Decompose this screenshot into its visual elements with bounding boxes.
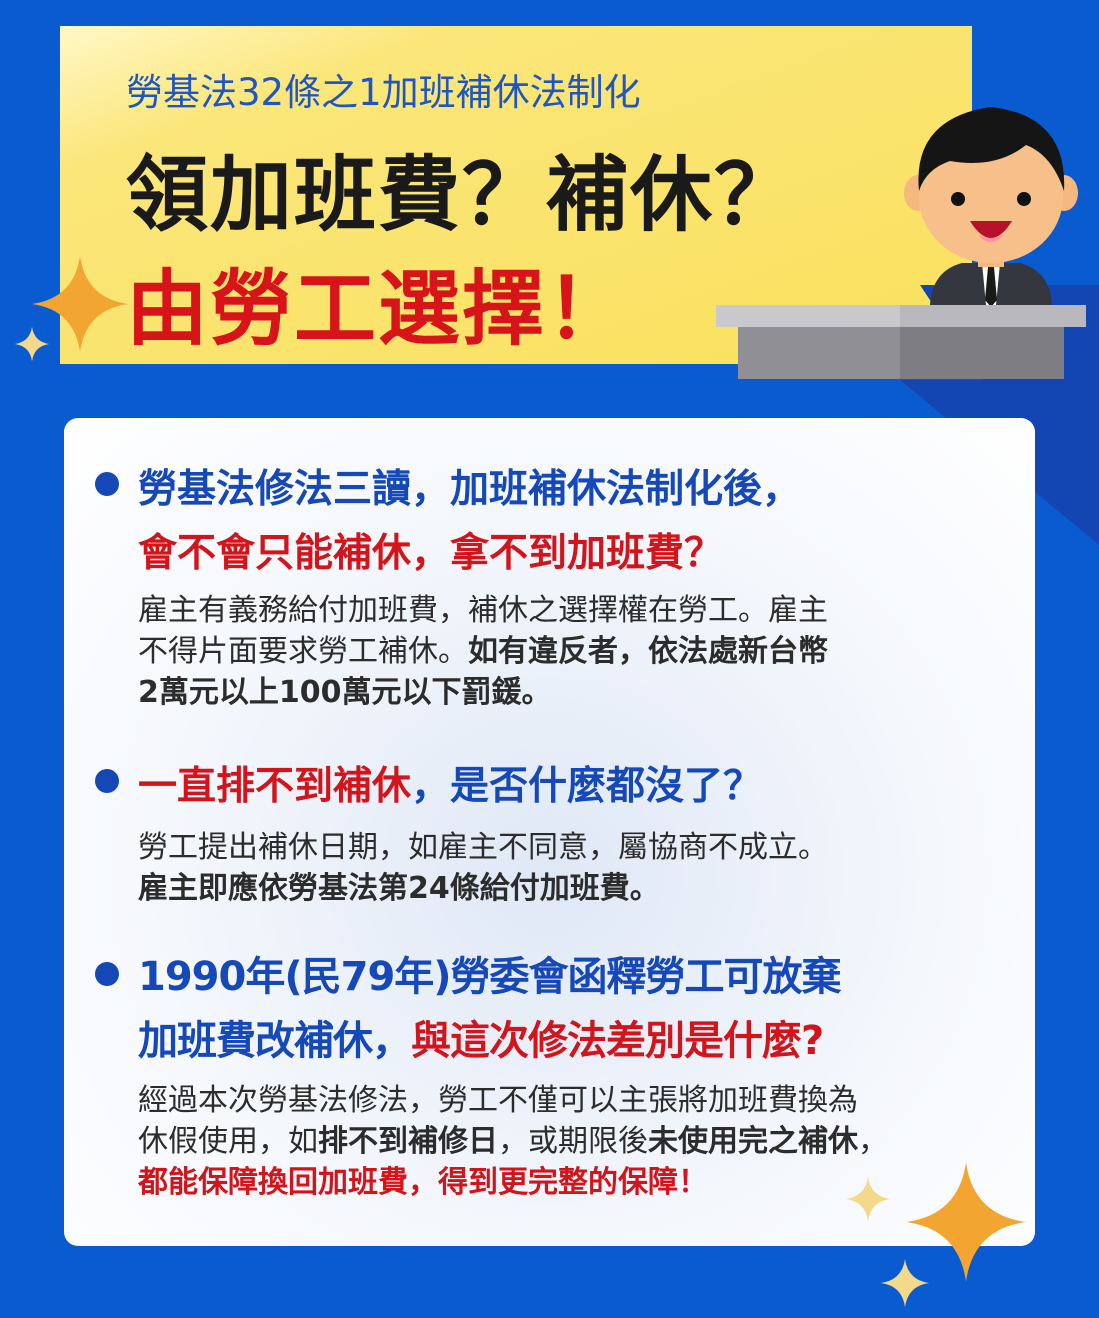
bullet-icon xyxy=(95,769,119,793)
businessman-at-desk-illustration xyxy=(716,107,1099,395)
section2-question: 一直排不到補休，是否什麼都沒了？ xyxy=(138,755,762,811)
section1-answer-line2-normal: 不得片面要求勞工補休。 xyxy=(138,634,468,669)
section3-answer-line1: 經過本次勞基法修法，勞工不僅可以主張將加班費換為 xyxy=(138,1083,858,1118)
section3-answer-line3-red: 都能保障換回加班費，得到更完整的保障！ xyxy=(138,1165,708,1200)
section1-answer-line1: 雇主有義務給付加班費，補休之選擇權在勞工。雇主 xyxy=(138,593,828,628)
section3-answer-line2: 休假使用，如排不到補修日，或期限後未使用完之補休， xyxy=(138,1121,888,1162)
section1-answer-line2-bold: 如有違反者，依法處新台幣 xyxy=(468,634,828,669)
section2-question-red: 一直排不到補休 xyxy=(138,764,412,809)
sparkle-star-icon xyxy=(845,1176,891,1222)
section3-answer-line2-d: 未使用完之補休 xyxy=(648,1124,858,1159)
section3-answer-line2-e: ， xyxy=(858,1124,888,1159)
section2-answer-line2-bold: 雇主即應依勞基法第24條給付加班費。 xyxy=(138,871,660,906)
section1-question-line1: 勞基法修法三讀，加班補休法制化後， xyxy=(138,467,802,512)
section2-answer-line1: 勞工提出補休日期，如雇主不同意，屬協商不成立。 xyxy=(138,830,828,865)
section2-answer-line2: 雇主即應依勞基法第24條給付加班費。 xyxy=(138,868,828,909)
section1-answer-line3: 2萬元以上100萬元以下罰鍰。 xyxy=(138,672,828,713)
header-subtitle: 勞基法32條之1加班補休法制化 xyxy=(126,71,641,114)
section1-answer: 雇主有義務給付加班費，補休之選擇權在勞工。雇主 不得片面要求勞工補休。如有違反者… xyxy=(138,590,828,713)
section1-answer-line2: 不得片面要求勞工補休。如有違反者，依法處新台幣 xyxy=(138,631,828,672)
section3-answer-line2-c: ，或期限後 xyxy=(498,1124,648,1159)
sparkle-star-icon xyxy=(881,1259,929,1307)
section2-answer: 勞工提出補休日期，如雇主不同意，屬協商不成立。 雇主即應依勞基法第24條給付加班… xyxy=(138,827,828,909)
bullet-icon xyxy=(95,472,119,496)
header-title-line1: 領加班費？補休？ xyxy=(126,148,799,243)
section3-answer-line2-b: 排不到補修日 xyxy=(318,1124,498,1159)
header-title-line2: 由勞工選擇！ xyxy=(126,262,631,357)
sparkle-star-icon xyxy=(14,326,50,362)
section1-answer-line3-bold: 2萬元以上100萬元以下罰鍰。 xyxy=(138,675,552,710)
section3-question-line2-red: 與這次修法差別是什麼? xyxy=(411,1018,824,1064)
section3-answer: 經過本次勞基法修法，勞工不僅可以主張將加班費換為 休假使用，如排不到補修日，或期… xyxy=(138,1080,888,1203)
section3-question-line2-blue: 加班費改補休， xyxy=(138,1018,412,1064)
section2-question-blue: ，是否什麼都沒了？ xyxy=(411,764,763,809)
bullet-icon xyxy=(95,962,119,986)
section3-question-line2: 加班費改補休，與這次修法差別是什麼? xyxy=(138,1008,824,1066)
section3-answer-line3: 都能保障換回加班費，得到更完整的保障！ xyxy=(138,1162,888,1203)
section3-answer-line2-a: 休假使用，如 xyxy=(138,1124,318,1159)
section1-question-line2: 會不會只能補休，拿不到加班費？ xyxy=(138,531,724,576)
section3-question-line1: 1990年(民79年)勞委會函釋勞工可放棄 xyxy=(138,954,842,1000)
